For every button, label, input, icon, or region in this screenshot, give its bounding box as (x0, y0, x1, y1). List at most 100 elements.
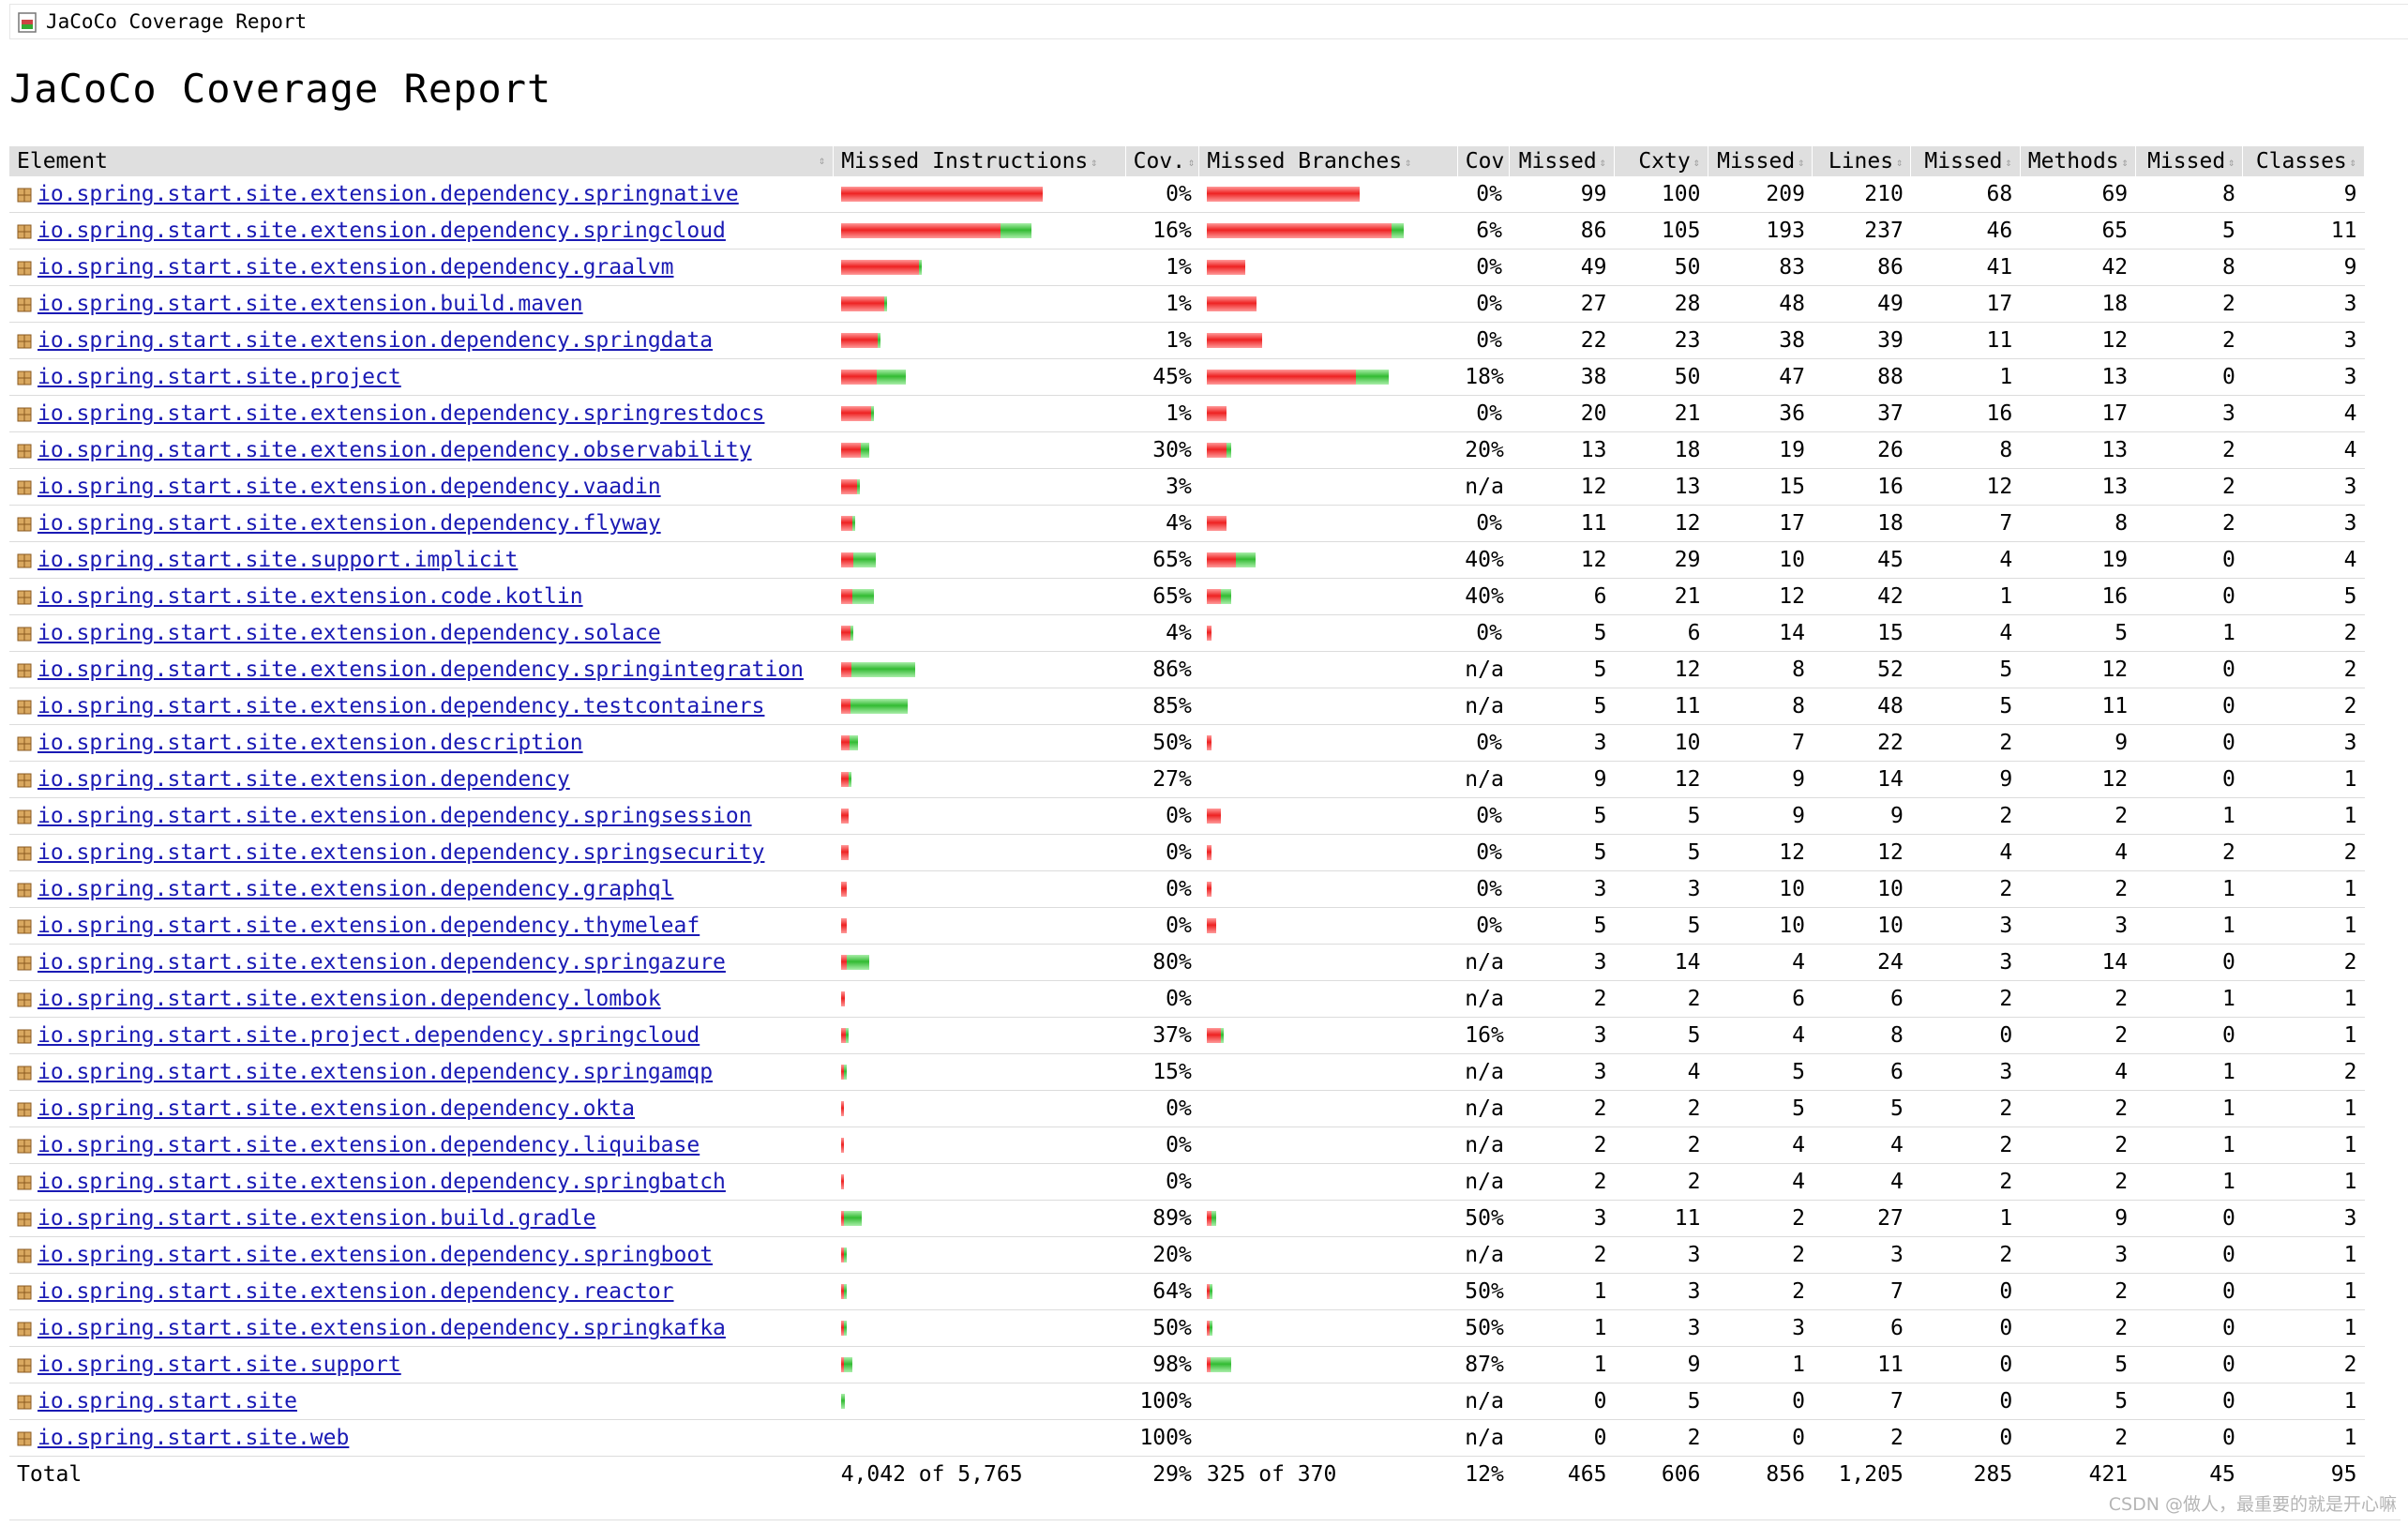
table-row: io.spring.start.site.extension.dependenc… (9, 249, 2365, 286)
col-missed-methods-header[interactable]: Missed ⇕ (1910, 146, 2021, 176)
classes: 1 (2242, 1090, 2365, 1127)
col-methods-header[interactable]: Methods ⇕ (2020, 146, 2136, 176)
col-missed-lines-header[interactable]: Missed ⇕ (1708, 146, 1814, 176)
element-cell: io.spring.start.site.extension.dependenc… (9, 176, 834, 213)
package-link[interactable]: io.spring.start.site.extension.dependenc… (38, 950, 726, 975)
package-link[interactable]: io.spring.start.site.extension.dependenc… (38, 658, 804, 682)
package-link[interactable]: io.spring.start.site.extension.dependenc… (38, 1170, 726, 1194)
col-missed-branches-header[interactable]: Missed Branches ⇕ (1198, 146, 1458, 176)
package-link[interactable]: io.spring.start.site.extension.dependenc… (38, 475, 661, 499)
instructions-coverage: 0% (1125, 797, 1199, 835)
package-link[interactable]: io.spring.start.site.support (38, 1353, 401, 1377)
missed-complexity: 12 (1509, 541, 1615, 579)
branches-coverage: n/a (1457, 651, 1510, 688)
missed-classes: 1 (2135, 870, 2243, 908)
instructions-missed-bar (840, 223, 1001, 238)
missed-instructions-bar (833, 1126, 1126, 1164)
missed-classes: 0 (2135, 578, 2243, 615)
package-link[interactable]: io.spring.start.site.extension.descripti… (38, 731, 583, 755)
package-link[interactable]: io.spring.start.site.extension.build.gra… (38, 1206, 595, 1231)
classes: 9 (2242, 176, 2365, 213)
missed-lines: 17 (1708, 505, 1813, 542)
classes: 3 (2242, 724, 2365, 762)
missed-instructions-bar (833, 395, 1126, 432)
package-link[interactable]: io.spring.start.site.extension.build.mav… (38, 292, 583, 316)
package-link[interactable]: io.spring.start.site.extension.dependenc… (38, 219, 726, 243)
missed-methods: 68 (1910, 176, 2021, 213)
package-link[interactable]: io.spring.start.site.web (38, 1426, 349, 1450)
missed-classes: 2 (2135, 834, 2243, 871)
instructions-bar (840, 296, 1118, 311)
col-cxty-header[interactable]: Cxty ⇕ (1614, 146, 1708, 176)
col-missed-classes-header[interactable]: Missed ⇕ (2135, 146, 2244, 176)
missed-methods: 0 (1910, 1419, 2021, 1457)
missed-instructions-bar (833, 1236, 1126, 1274)
package-link[interactable]: io.spring.start.site (38, 1389, 297, 1414)
package-link[interactable]: io.spring.start.site.extension.dependenc… (38, 401, 764, 426)
col-instructions-cov-header[interactable]: Cov. ⇕ (1125, 146, 1200, 176)
lines: 16 (1812, 468, 1911, 506)
instructions-coverage: 98% (1125, 1346, 1199, 1383)
package-link[interactable]: io.spring.start.site.extension.dependenc… (38, 804, 752, 828)
branches-coverage: n/a (1457, 1163, 1510, 1201)
package-link[interactable]: io.spring.start.site.extension.dependenc… (38, 877, 674, 901)
instructions-covered-bar (843, 1357, 853, 1372)
package-link[interactable]: io.spring.start.site.project (38, 365, 401, 389)
package-link[interactable]: io.spring.start.site.extension.dependenc… (38, 1279, 674, 1304)
col-branches-cov-header[interactable]: Cov.⇕ (1457, 146, 1511, 176)
missed-branches-bar (1198, 395, 1458, 432)
missed-classes: 8 (2135, 249, 2243, 286)
instructions-covered-bar (852, 516, 856, 531)
instructions-coverage: 1% (1125, 395, 1199, 432)
package-link[interactable]: io.spring.start.site.extension.dependenc… (38, 621, 661, 645)
table-row: io.spring.start.site.extension.dependenc… (9, 1309, 2365, 1347)
table-row: io.spring.start.site.extension.dependenc… (9, 797, 2365, 835)
package-link[interactable]: io.spring.start.site.extension.dependenc… (38, 1133, 700, 1157)
package-link[interactable]: io.spring.start.site.extension.code.kotl… (38, 584, 583, 609)
package-link[interactable]: io.spring.start.site.extension.dependenc… (38, 328, 713, 353)
package-link[interactable]: io.spring.start.site.extension.dependenc… (38, 987, 661, 1011)
package-link[interactable]: io.spring.start.site.extension.dependenc… (38, 914, 700, 938)
package-link[interactable]: io.spring.start.site.project.dependency.… (38, 1023, 700, 1048)
missed-classes: 2 (2135, 468, 2243, 506)
watermark: CSDN @做人，最重要的就是开心嘛 (2108, 1494, 2397, 1515)
col-classes-header[interactable]: Classes ⇕ (2242, 146, 2365, 176)
missed-complexity: 5 (1509, 907, 1615, 945)
package-link[interactable]: io.spring.start.site.extension.dependenc… (38, 1243, 713, 1267)
col-element-header[interactable]: Element ⇕ (9, 146, 835, 176)
package-link[interactable]: io.spring.start.site.extension.dependenc… (38, 840, 764, 865)
missed-lines: 9 (1708, 761, 1813, 798)
total-missed-classes: 45 (2209, 1462, 2235, 1487)
package-icon (17, 367, 32, 386)
col-lines-header[interactable]: Lines ⇕ (1812, 146, 1912, 176)
missed-methods: 0 (1910, 1383, 2021, 1420)
col-missed-instructions-header[interactable]: Missed Instructions ⇕ (833, 146, 1126, 176)
instructions-covered-bar (840, 1394, 846, 1409)
sort-icon: ⇕ (1599, 155, 1606, 169)
missed-instructions-bar (833, 541, 1126, 579)
missed-methods: 46 (1910, 212, 2021, 249)
col-missed-cxty-header[interactable]: Missed ⇕ (1509, 146, 1615, 176)
missed-lines: 4 (1708, 1017, 1813, 1054)
instructions-covered-bar (852, 552, 876, 567)
sort-icon: ⇕ (1693, 155, 1700, 169)
branches-missed-bar (1206, 589, 1222, 604)
package-link[interactable]: io.spring.start.site.extension.dependenc… (38, 511, 661, 536)
table-row: io.spring.start.site.support 98% 87% 1 9 1 11 0… (9, 1346, 2365, 1383)
missed-branches-bar (1198, 285, 1458, 323)
package-link[interactable]: io.spring.start.site.extension.dependenc… (38, 1316, 726, 1340)
package-link[interactable]: io.spring.start.site.extension.dependenc… (38, 767, 570, 792)
package-link[interactable]: io.spring.start.site.extension.dependenc… (38, 1096, 635, 1121)
package-link[interactable]: io.spring.start.site.support.implicit (38, 548, 518, 572)
missed-methods: 4 (1910, 834, 2021, 871)
total-missed-lines: 856 (1766, 1462, 1805, 1487)
branches-bar (1206, 735, 1450, 750)
package-link[interactable]: io.spring.start.site.extension.dependenc… (38, 694, 764, 718)
package-link[interactable]: io.spring.start.site.extension.dependenc… (38, 255, 674, 280)
missed-lines: 8 (1708, 651, 1813, 688)
package-link[interactable]: io.spring.start.site.extension.dependenc… (38, 1060, 713, 1084)
package-link[interactable]: io.spring.start.site.extension.dependenc… (38, 438, 752, 462)
package-link[interactable]: io.spring.start.site.extension.dependenc… (38, 182, 739, 206)
lines: 2 (1812, 1419, 1911, 1457)
branches-missed-bar (1206, 516, 1227, 531)
